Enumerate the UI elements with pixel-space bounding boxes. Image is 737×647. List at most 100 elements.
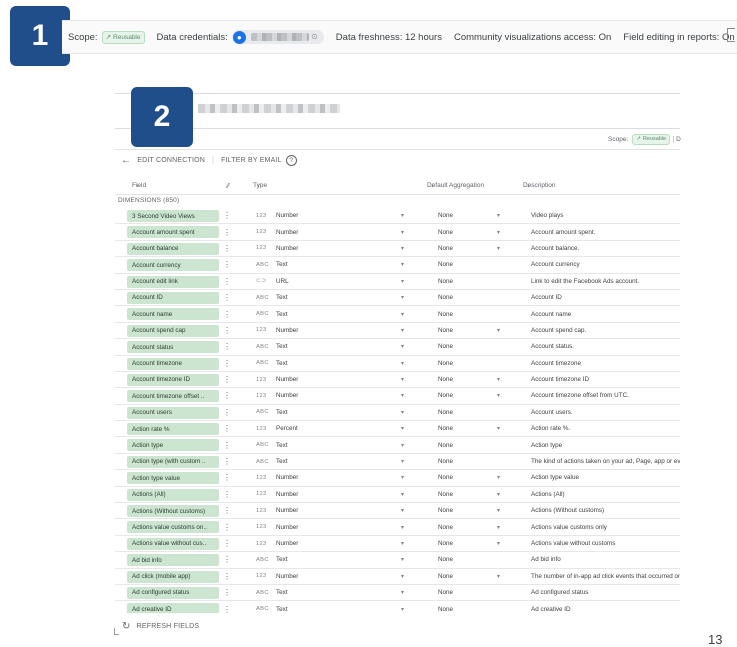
aggregation-dropdown-caret-icon[interactable]: ▾ (497, 208, 500, 223)
type-dropdown-caret-icon[interactable]: ▾ (401, 552, 404, 567)
more-vert-icon[interactable]: ⋮ (223, 388, 231, 403)
refresh-fields-button[interactable]: ↻ REFRESH FIELDS (122, 621, 199, 632)
type-dropdown-caret-icon[interactable]: ▾ (401, 421, 404, 436)
aggregation-select[interactable]: None (438, 536, 453, 551)
aggregation-dropdown-caret-icon[interactable]: ▾ (497, 487, 500, 502)
more-vert-icon[interactable]: ⋮ (223, 208, 231, 223)
field-name-chip[interactable]: Action type (with custom .. (127, 455, 219, 468)
field-description[interactable]: Ad creative ID (531, 601, 680, 613)
back-arrow-icon[interactable]: ← (121, 155, 131, 166)
more-vert-icon[interactable]: ⋮ (223, 224, 231, 239)
type-dropdown-caret-icon[interactable]: ▾ (401, 503, 404, 518)
aggregation-dropdown-caret-icon[interactable]: ▾ (497, 470, 500, 485)
more-vert-icon[interactable]: ⋮ (223, 601, 231, 613)
field-name-chip[interactable]: Ad bid info (127, 554, 219, 567)
field-name-chip[interactable]: Actions (All) (127, 488, 219, 501)
field-description[interactable]: Account amount spent. (531, 224, 680, 239)
more-vert-icon[interactable]: ⋮ (223, 356, 231, 371)
credentials-selector[interactable]: ● ⊙ (231, 30, 324, 44)
field-description[interactable]: Account currency (531, 257, 680, 272)
type-dropdown-caret-icon[interactable]: ▾ (401, 224, 404, 239)
more-vert-icon[interactable]: ⋮ (223, 306, 231, 321)
field-name-chip[interactable]: Actions value customs on.. (127, 521, 219, 534)
field-type-select[interactable]: Percent (276, 421, 298, 436)
more-vert-icon[interactable]: ⋮ (223, 585, 231, 600)
field-description[interactable]: Account timezone offset from UTC. (531, 388, 680, 403)
field-type-select[interactable]: URL (276, 274, 289, 289)
more-vert-icon[interactable]: ⋮ (223, 323, 231, 338)
field-name-chip[interactable]: Ad creative ID (127, 603, 219, 613)
more-vert-icon[interactable]: ⋮ (223, 569, 231, 584)
type-dropdown-caret-icon[interactable]: ▾ (401, 585, 404, 600)
aggregation-dropdown-caret-icon[interactable]: ▾ (497, 372, 500, 387)
field-name-chip[interactable]: Account currency (127, 259, 219, 272)
scope-reusable-chip[interactable]: ↗ Reusable (101, 30, 145, 44)
field-description[interactable]: Ad configured status (531, 585, 680, 600)
aggregation-dropdown-caret-icon[interactable]: ▾ (497, 323, 500, 338)
field-description[interactable]: Account balance. (531, 241, 680, 256)
type-dropdown-caret-icon[interactable]: ▾ (401, 405, 404, 420)
column-header-aggregation[interactable]: Default Aggregation ↓ (427, 179, 484, 189)
aggregation-select[interactable]: None (438, 585, 453, 600)
more-vert-icon[interactable]: ⋮ (223, 257, 231, 272)
field-name-chip[interactable]: Ad configured status (127, 586, 219, 599)
aggregation-select[interactable]: None (438, 208, 453, 223)
field-description[interactable]: Account users. (531, 405, 680, 420)
help-icon[interactable]: ? (285, 155, 297, 166)
field-name-chip[interactable]: Actions value without cus.. (127, 537, 219, 550)
more-vert-icon[interactable]: ⋮ (223, 405, 231, 420)
aggregation-select[interactable]: None (438, 274, 453, 289)
field-description[interactable]: Actions value customs only (531, 519, 680, 534)
field-type-select[interactable]: Number (276, 224, 298, 239)
type-dropdown-caret-icon[interactable]: ▾ (401, 388, 404, 403)
field-name-chip[interactable]: Account spend cap (127, 324, 219, 337)
field-type-select[interactable]: Number (276, 208, 298, 223)
aggregation-select[interactable]: None (438, 388, 453, 403)
field-description[interactable]: The number of in-app ad click events tha… (531, 569, 680, 584)
field-type-select[interactable]: Text (276, 356, 288, 371)
field-type-select[interactable]: Number (276, 569, 298, 584)
field-description[interactable]: Actions (All) (531, 487, 680, 502)
column-header-type[interactable]: Type ↓ (253, 179, 267, 189)
more-vert-icon[interactable]: ⋮ (223, 503, 231, 518)
aggregation-select[interactable]: None (438, 569, 453, 584)
aggregation-select[interactable]: None (438, 323, 453, 338)
filter-by-email-button[interactable]: FILTER BY EMAIL (221, 157, 282, 164)
aggregation-select[interactable]: None (438, 454, 453, 469)
aggregation-dropdown-caret-icon[interactable]: ▾ (497, 569, 500, 584)
type-dropdown-caret-icon[interactable]: ▾ (401, 274, 404, 289)
type-dropdown-caret-icon[interactable]: ▾ (401, 487, 404, 502)
field-description[interactable]: Account timezone (531, 356, 680, 371)
field-type-select[interactable]: Number (276, 241, 298, 256)
type-dropdown-caret-icon[interactable]: ▾ (401, 372, 404, 387)
field-type-select[interactable]: Text (276, 257, 288, 272)
field-name-chip[interactable]: Action type (127, 439, 219, 452)
type-dropdown-caret-icon[interactable]: ▾ (401, 257, 404, 272)
aggregation-dropdown-caret-icon[interactable]: ▾ (497, 224, 500, 239)
column-resize-icon[interactable]: ⁄⁄ (227, 183, 229, 190)
field-name-chip[interactable]: Account edit link (127, 275, 219, 288)
more-vert-icon[interactable]: ⋮ (223, 437, 231, 452)
aggregation-select[interactable]: None (438, 487, 453, 502)
more-vert-icon[interactable]: ⋮ (223, 241, 231, 256)
type-dropdown-caret-icon[interactable]: ▾ (401, 569, 404, 584)
type-dropdown-caret-icon[interactable]: ▾ (401, 454, 404, 469)
type-dropdown-caret-icon[interactable]: ▾ (401, 519, 404, 534)
more-vert-icon[interactable]: ⋮ (223, 519, 231, 534)
field-description[interactable]: Ad bid info (531, 552, 680, 567)
aggregation-select[interactable]: None (438, 470, 453, 485)
column-header-field[interactable]: Field ↓ (132, 179, 146, 189)
field-type-select[interactable]: Number (276, 536, 298, 551)
field-type-select[interactable]: Text (276, 585, 288, 600)
field-description[interactable]: Action rate %. (531, 421, 680, 436)
field-description[interactable]: Account timezone ID (531, 372, 680, 387)
truncated-button[interactable] (727, 28, 735, 42)
aggregation-select[interactable]: None (438, 601, 453, 613)
type-dropdown-caret-icon[interactable]: ▾ (401, 536, 404, 551)
aggregation-select[interactable]: None (438, 437, 453, 452)
field-type-select[interactable]: Text (276, 454, 288, 469)
type-dropdown-caret-icon[interactable]: ▾ (401, 241, 404, 256)
field-description[interactable]: The kind of actions taken on your ad, Pa… (531, 454, 680, 469)
aggregation-select[interactable]: None (438, 421, 453, 436)
community-viz-item[interactable]: Community visualizations access: On (448, 32, 617, 43)
